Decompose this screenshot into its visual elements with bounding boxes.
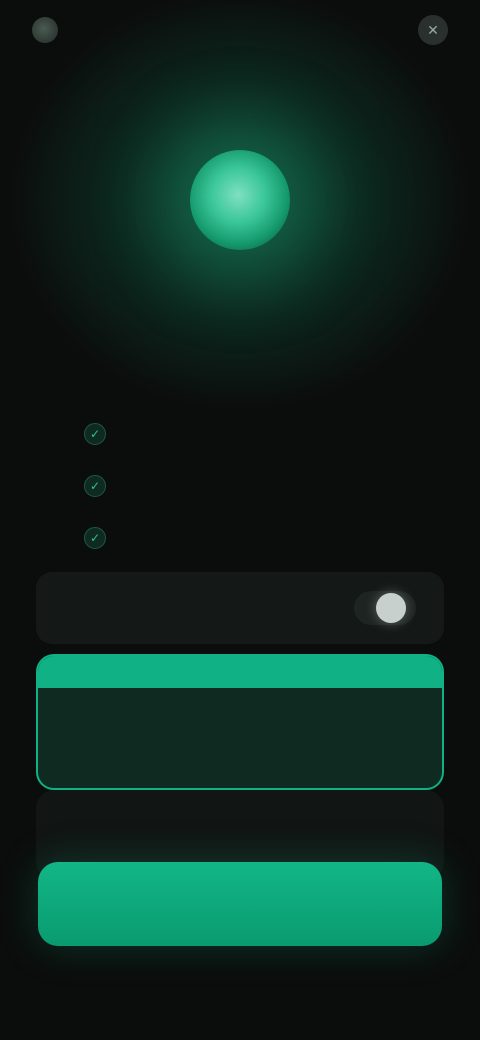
brand-logo-icon — [32, 17, 58, 43]
free-trial-toggle-row[interactable] — [36, 572, 444, 644]
hero-orb-image — [190, 150, 290, 250]
check-icon: ✓ — [84, 527, 106, 549]
continue-button[interactable] — [38, 862, 442, 946]
plan-badge — [38, 656, 442, 688]
feature-item: ✓ — [84, 408, 380, 460]
toggle-knob — [376, 593, 406, 623]
top-actions: ✕ — [408, 15, 448, 45]
brand — [32, 17, 68, 43]
feature-list: ✓ ✓ ✓ — [84, 408, 380, 564]
close-icon: ✕ — [427, 21, 439, 38]
plan-body — [38, 688, 442, 788]
feature-item: ✓ — [84, 512, 380, 564]
feature-item: ✓ — [84, 460, 380, 512]
plans-panel — [36, 572, 444, 880]
top-bar: ✕ — [32, 14, 448, 46]
footer-links — [0, 990, 480, 1020]
check-icon: ✓ — [84, 475, 106, 497]
paywall-screen: ✕ ✓ ✓ ✓ — [0, 0, 480, 1040]
trial-toggle[interactable] — [354, 591, 416, 625]
plan-card-featured[interactable] — [36, 654, 444, 790]
close-button[interactable]: ✕ — [418, 15, 448, 45]
check-icon: ✓ — [84, 423, 106, 445]
